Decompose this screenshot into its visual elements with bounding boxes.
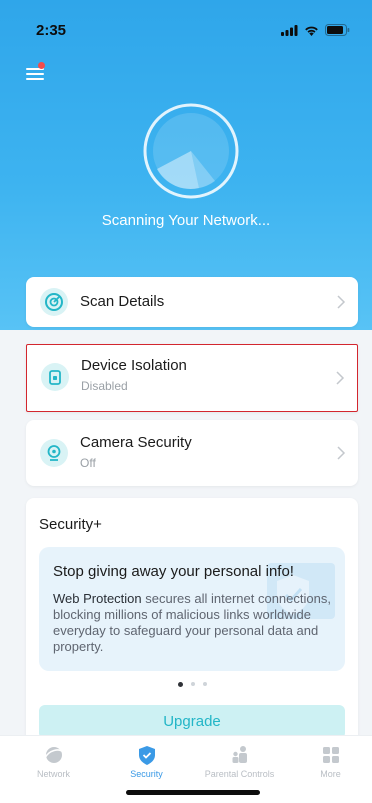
menu-button[interactable] <box>24 62 48 84</box>
tab-security[interactable]: Security <box>100 744 193 779</box>
chevron-right-icon <box>337 295 346 309</box>
device-isolation-row[interactable]: Device Isolation Disabled <box>26 344 358 412</box>
chevron-right-icon <box>336 371 345 385</box>
promo-body: Web Protection secures all internet conn… <box>53 591 335 655</box>
tab-parental-controls-label: Parental Controls <box>204 769 275 779</box>
tab-network[interactable]: Network <box>7 744 100 779</box>
shield-icon <box>138 746 155 765</box>
more-grid-icon <box>322 747 339 763</box>
tab-security-label: Security <box>130 769 163 779</box>
chevron-right-icon <box>337 446 346 460</box>
tab-network-label: Network <box>36 769 70 779</box>
status-time: 2:35 <box>36 22 67 39</box>
carousel-dot[interactable] <box>177 682 183 687</box>
camera-security-icon <box>40 439 68 467</box>
device-isolation-icon <box>41 363 69 391</box>
notification-dot <box>38 62 45 69</box>
scan-details-row[interactable]: Scan Details <box>26 277 358 327</box>
tab-more-label: More <box>320 769 341 779</box>
menu-icon-bar <box>26 78 44 80</box>
security-plus-title: Security+ <box>39 516 102 533</box>
scan-details-label: Scan Details <box>80 293 165 310</box>
wifi-icon <box>305 26 318 36</box>
promo-bold-term: Web Protection <box>53 591 142 606</box>
home-indicator <box>126 790 260 795</box>
tab-more[interactable]: More <box>284 744 372 779</box>
parental-controls-icon <box>232 746 247 763</box>
upgrade-button[interactable]: Upgrade <box>39 705 345 739</box>
scan-radar-icon <box>143 103 239 199</box>
network-icon <box>43 747 64 763</box>
device-isolation-label: Device Isolation <box>81 357 187 374</box>
promo-banner[interactable]: Stop giving away your personal info! Web… <box>39 547 345 671</box>
scan-status-text: Scanning Your Network... <box>101 212 271 229</box>
tab-parental-controls[interactable]: Parental Controls <box>193 744 286 779</box>
camera-security-status: Off <box>80 456 96 470</box>
camera-security-row[interactable]: Camera Security Off <box>26 420 358 486</box>
carousel-dot[interactable] <box>190 682 195 686</box>
menu-icon-bar <box>26 73 44 75</box>
security-plus-card: Security+ Stop giving away your personal… <box>26 498 358 743</box>
status-bar: 2:35 <box>0 0 372 50</box>
promo-heading: Stop giving away your personal info! <box>53 563 294 580</box>
carousel-dots <box>26 682 358 687</box>
scan-details-icon <box>40 288 68 316</box>
device-isolation-status: Disabled <box>81 379 128 393</box>
status-icons <box>281 24 350 36</box>
carousel-dot[interactable] <box>202 682 207 686</box>
camera-security-label: Camera Security <box>80 434 192 451</box>
battery-icon <box>325 24 350 36</box>
cellular-signal-icon <box>281 24 298 36</box>
